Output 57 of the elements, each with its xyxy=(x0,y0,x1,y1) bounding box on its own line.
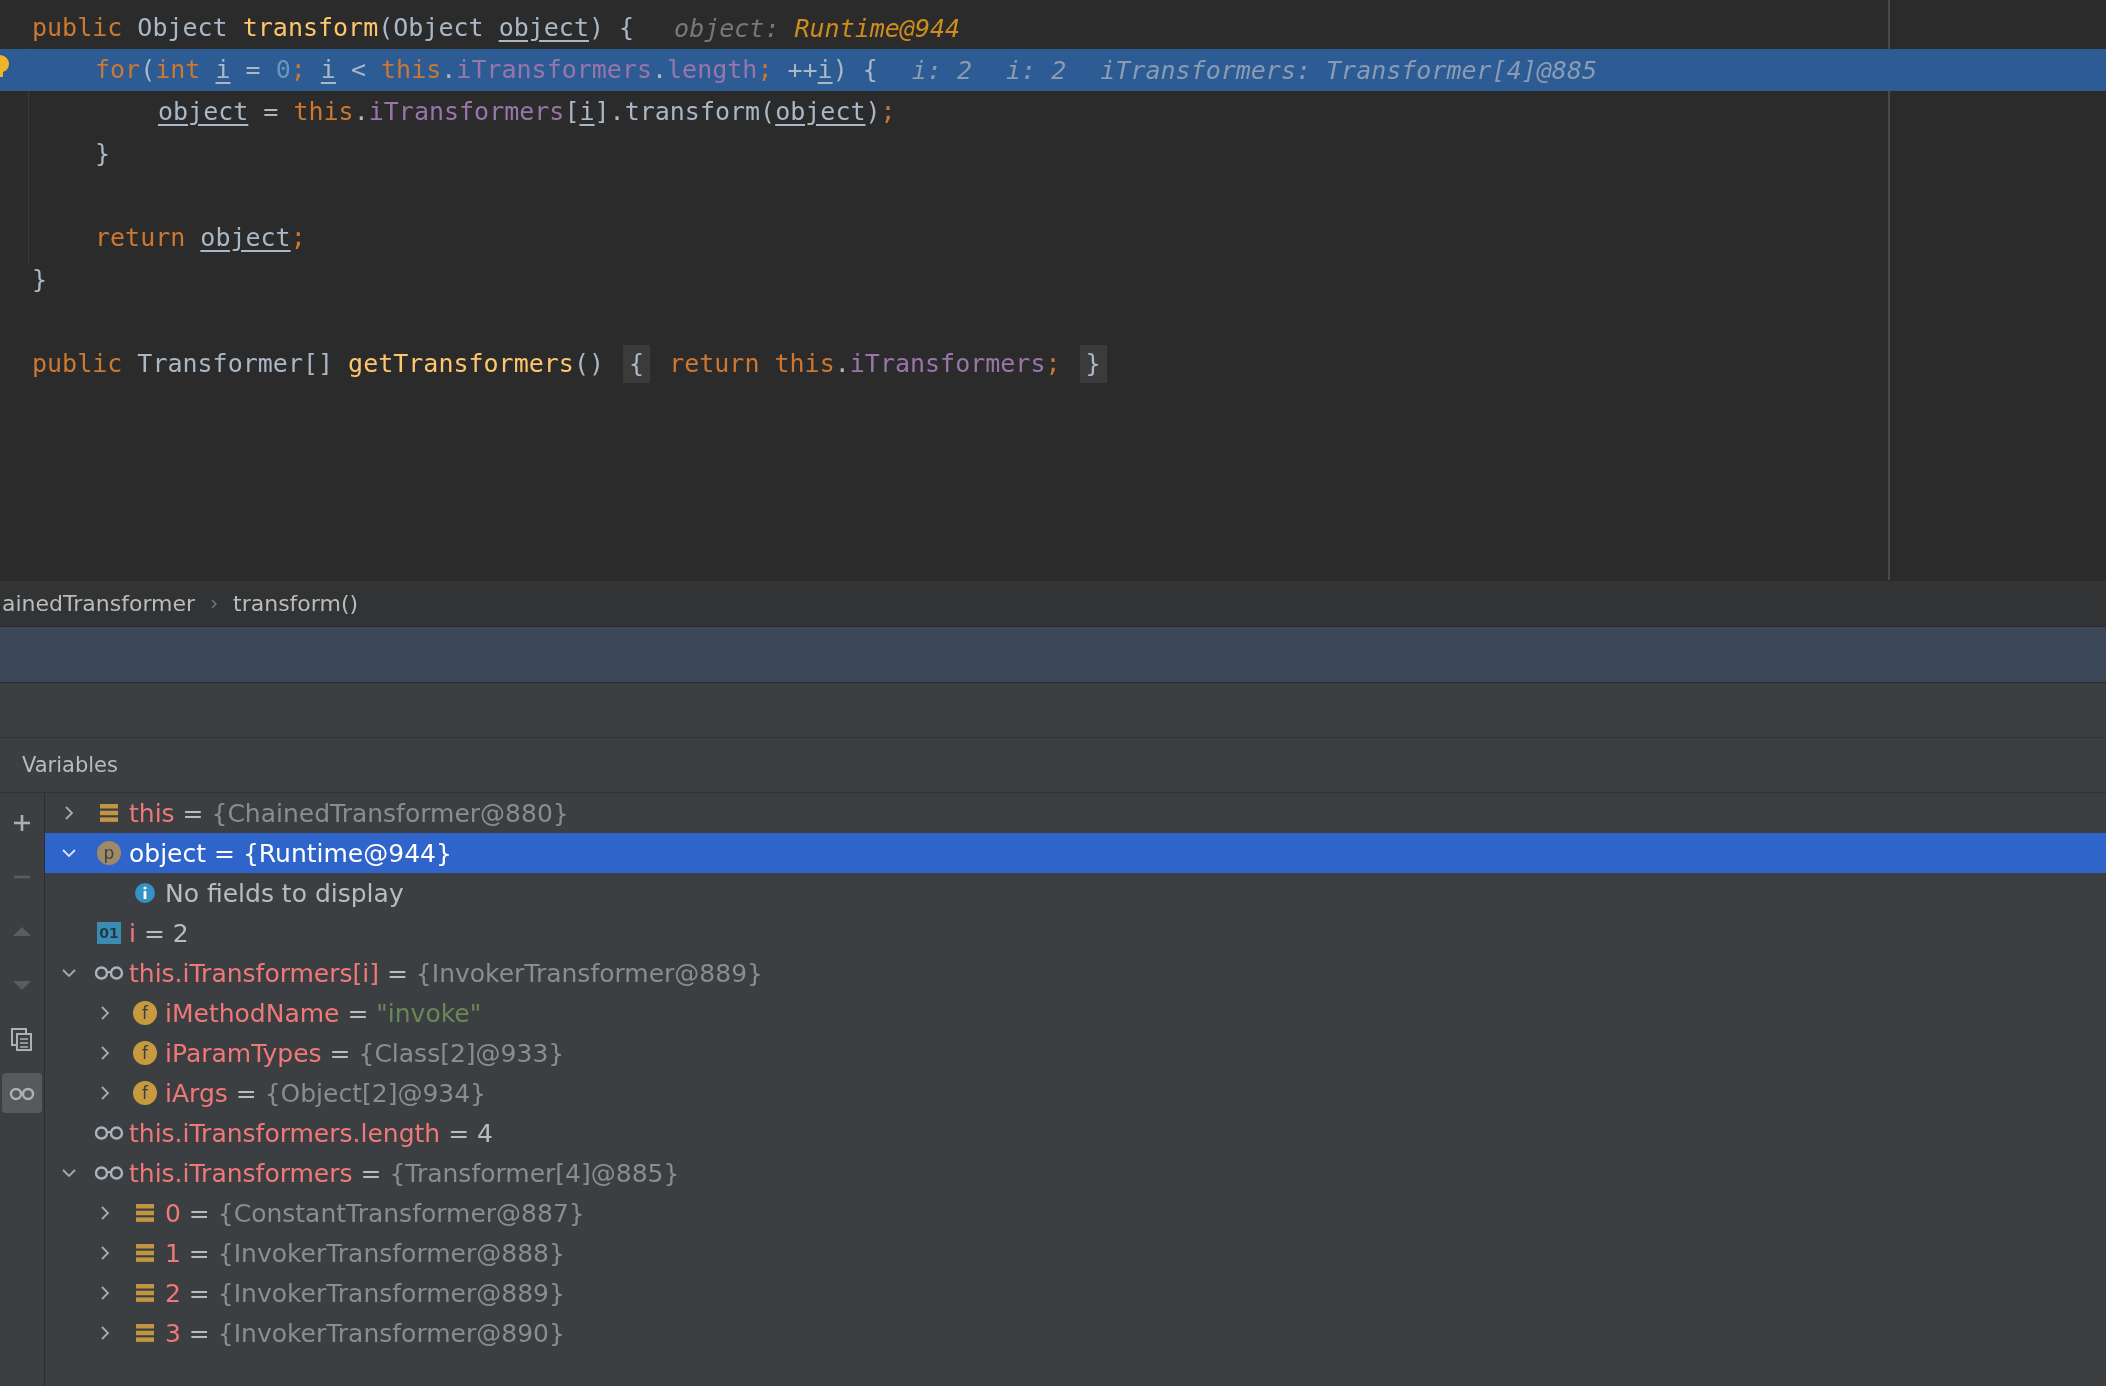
tree-row[interactable]: this.iTransformers.length = 4 xyxy=(45,1113,2106,1153)
tree-row[interactable]: f iParamTypes = {Class[2]@933} xyxy=(45,1033,2106,1073)
breadcrumb-item[interactable]: transform() xyxy=(233,591,359,616)
code-line: public Object transform(Object object) { xyxy=(32,12,635,44)
code-line: } xyxy=(32,264,48,296)
message-text: No fields to display xyxy=(165,878,404,908)
code-line: object = this.iTransformers[i].transform(object); xyxy=(158,96,896,128)
tree-row[interactable]: 3 = {InvokerTransformer@890} xyxy=(45,1313,2106,1353)
variable-text: this = {ChainedTransformer@880} xyxy=(129,798,569,828)
glasses-icon[interactable] xyxy=(2,1073,42,1113)
fields-icon xyxy=(134,1203,156,1223)
tree-row[interactable]: f iMethodName = "invoke" xyxy=(45,993,2106,1033)
fields-icon xyxy=(98,803,120,823)
fields-icon xyxy=(134,1283,156,1303)
info-icon xyxy=(134,882,156,904)
code-line: for(int i = 0; i < this.iTransformers.length; ++i) { xyxy=(95,54,878,86)
variable-text: this.iTransformers = {Transformer[4]@885} xyxy=(129,1158,680,1188)
glasses-icon xyxy=(94,965,124,981)
primitive-icon: 01 xyxy=(97,922,121,944)
breadcrumb-item[interactable]: ainedTransformer xyxy=(2,591,196,616)
field-icon: f xyxy=(133,1001,157,1025)
parameter-icon: p xyxy=(97,841,121,865)
tree-row[interactable]: 0 = {ConstantTransformer@887} xyxy=(45,1193,2106,1233)
variable-text: iArgs = {Object[2]@934} xyxy=(165,1078,486,1108)
field-icon: f xyxy=(133,1081,157,1105)
variable-text: iMethodName = "invoke" xyxy=(165,998,482,1028)
variable-text: this.iTransformers[i] = {InvokerTransformer@889} xyxy=(129,958,763,988)
tree-row[interactable]: this.iTransformers[i] = {InvokerTransformer@889} xyxy=(45,953,2106,993)
variable-text: 1 = {InvokerTransformer@888} xyxy=(165,1238,565,1268)
variable-text: this.iTransformers.length = 4 xyxy=(129,1118,493,1148)
fields-icon xyxy=(134,1323,156,1343)
fields-icon xyxy=(134,1243,156,1263)
inline-hint: iTransformers: Transformer[4]@885 xyxy=(1100,55,1597,85)
inline-hint: object: Runtime@944 xyxy=(674,13,961,43)
tree-row[interactable]: p object = {Runtime@944} xyxy=(45,833,2106,873)
code-line: return object; xyxy=(95,222,306,254)
variable-text: 0 = {ConstantTransformer@887} xyxy=(165,1198,585,1228)
tree-row[interactable]: 01 i = 2 xyxy=(45,913,2106,953)
tree-row[interactable]: this.iTransformers = {Transformer[4]@885} xyxy=(45,1153,2106,1193)
variable-text: object = {Runtime@944} xyxy=(129,838,452,868)
glasses-icon xyxy=(94,1165,124,1181)
glasses-icon xyxy=(94,1125,124,1141)
tree-row[interactable]: No fields to display xyxy=(45,873,2106,913)
code-line: public Transformer[] getTransformers() { return this.iTransformers; } xyxy=(32,343,1111,385)
variable-text: iParamTypes = {Class[2]@933} xyxy=(165,1038,565,1068)
tree-row[interactable]: f iArgs = {Object[2]@934} xyxy=(45,1073,2106,1113)
panel-title: Variables xyxy=(22,753,118,777)
field-icon: f xyxy=(133,1041,157,1065)
inline-hint: i: 2 xyxy=(911,55,973,85)
tree-row[interactable]: 2 = {InvokerTransformer@889} xyxy=(45,1273,2106,1313)
inline-hint: i: 2 xyxy=(1006,55,1067,85)
tree-row[interactable]: 1 = {InvokerTransformer@888} xyxy=(45,1233,2106,1273)
tree-row[interactable]: this = {ChainedTransformer@880} xyxy=(45,793,2106,833)
variable-text: 3 = {InvokerTransformer@890} xyxy=(165,1318,565,1348)
variable-text: i = 2 xyxy=(129,918,189,948)
variable-text: 2 = {InvokerTransformer@889} xyxy=(165,1278,565,1308)
code-line: } xyxy=(95,138,111,170)
